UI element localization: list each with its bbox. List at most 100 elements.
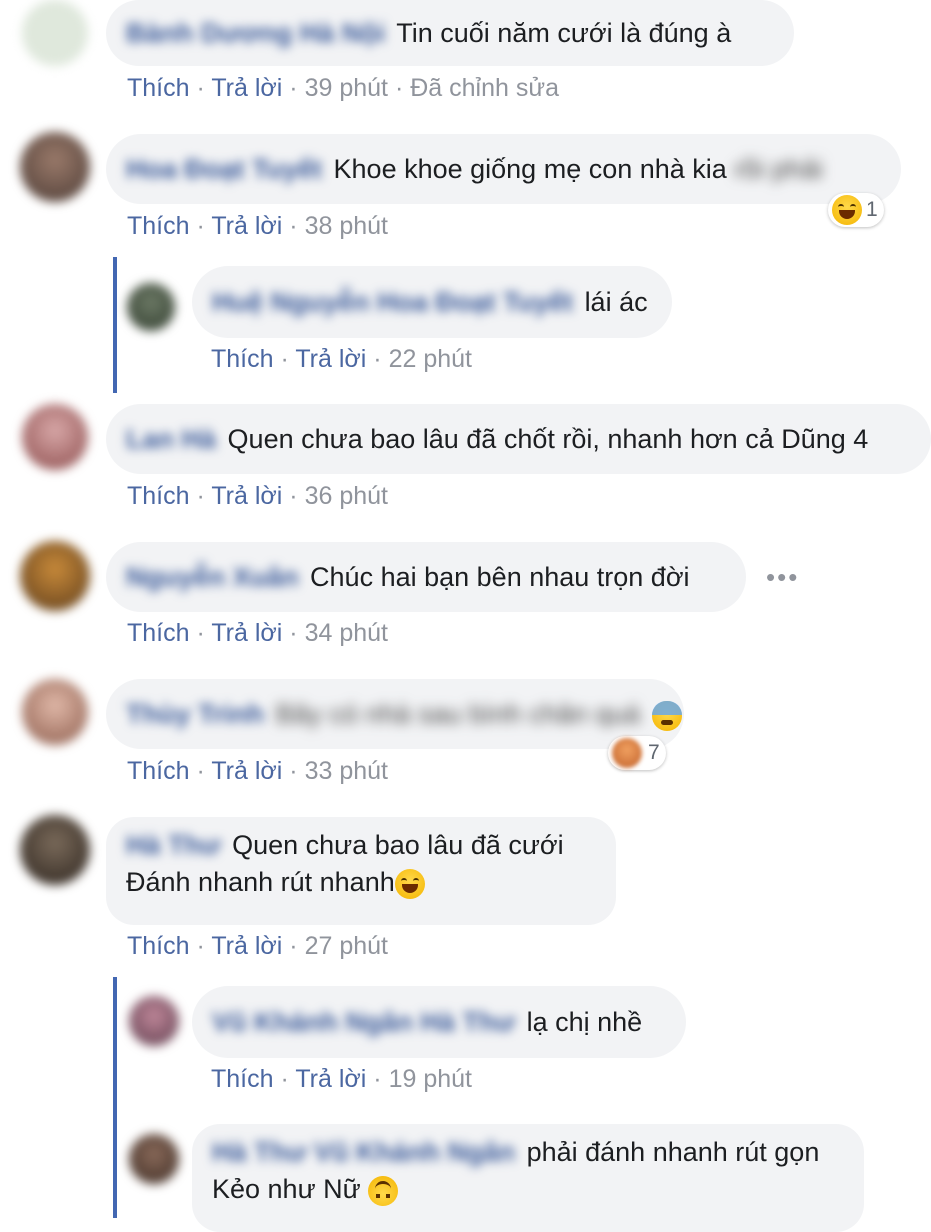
separator: · <box>196 757 205 785</box>
avatar[interactable] <box>129 1134 179 1184</box>
separator: · <box>289 932 298 960</box>
timestamp[interactable]: 19 phút <box>389 1065 472 1093</box>
comment-text: Chúc hai bạn bên nhau trọn đời <box>310 562 690 592</box>
comment-text: Tin cuối năm cưới là đúng à <box>396 18 732 48</box>
comment-meta: Thích · Trả lời · 33 phút <box>127 757 388 786</box>
commenter-name[interactable]: Thùy Trinh <box>126 699 264 729</box>
commenter-name[interactable]: Vũ Khánh Ngân Hà Thư <box>212 1007 515 1037</box>
like-link[interactable]: Thích <box>127 619 190 647</box>
avatar[interactable] <box>127 283 175 331</box>
like-link[interactable]: Thích <box>127 212 190 240</box>
sweat-emoji-icon <box>651 700 682 731</box>
upside-down-face-icon <box>368 1175 399 1206</box>
timestamp[interactable]: 22 phút <box>389 345 472 373</box>
edited-label[interactable]: Đã chỉnh sửa <box>410 74 559 102</box>
comment-text: lái ác <box>584 287 648 317</box>
avatar[interactable] <box>20 541 90 611</box>
comment-text-blurred: Bây có nhà sau bình chân quá <box>275 699 641 729</box>
commenter-name[interactable]: Lan Hà <box>126 424 216 454</box>
comment-bubble: Lan Hà Quen chưa bao lâu đã chốt rồi, nh… <box>106 404 931 474</box>
reply-link[interactable]: Trả lời <box>211 757 282 785</box>
reaction-emoji-icon <box>612 738 642 768</box>
separator: · <box>289 482 298 510</box>
like-link[interactable]: Thích <box>127 482 190 510</box>
reply-link[interactable]: Trả lời <box>211 212 282 240</box>
separator: · <box>289 757 298 785</box>
comment-meta: Thích · Trả lời · 38 phút <box>127 212 388 241</box>
reply-bubble: Hà Thư Vũ Khánh Ngân phải đánh nhanh rút… <box>192 1124 864 1232</box>
comment-bubble: Nguyễn Xuân Chúc hai bạn bên nhau trọn đ… <box>106 542 746 612</box>
more-options-icon[interactable]: ••• <box>766 562 799 593</box>
separator: · <box>289 619 298 647</box>
commenter-name[interactable]: Hoa Đoạt Tuyết <box>126 154 322 184</box>
separator: · <box>280 1065 289 1093</box>
separator: · <box>373 345 382 373</box>
reply-link[interactable]: Trả lời <box>211 74 282 102</box>
timestamp[interactable]: 34 phút <box>305 619 388 647</box>
avatar[interactable] <box>20 815 90 885</box>
laughing-emoji-icon <box>832 195 862 225</box>
comment-text: Quen chưa bao lâu đã chốt rồi, nhanh hơn… <box>227 424 869 454</box>
reply-link[interactable]: Trả lời <box>211 482 282 510</box>
comment-meta: Thích · Trả lời · 27 phút <box>127 932 388 961</box>
reply-link[interactable]: Trả lời <box>211 932 282 960</box>
timestamp[interactable]: 36 phút <box>305 482 388 510</box>
avatar[interactable] <box>20 132 90 202</box>
comment-text: Quen chưa bao lâu đã cưới <box>232 830 564 860</box>
comment-meta: Thích · Trả lời · 36 phút <box>127 482 388 511</box>
timestamp[interactable]: 38 phút <box>305 212 388 240</box>
separator: · <box>373 1065 382 1093</box>
comment-text-blurred: rồi phải <box>734 154 823 184</box>
comment-bubble: Thùy Trinh Bây có nhà sau bình chân quá <box>106 679 684 749</box>
reply-link[interactable]: Trả lời <box>295 345 366 373</box>
tears-of-joy-emoji-icon <box>394 868 425 899</box>
reaction-summary[interactable]: 1 <box>828 193 884 227</box>
commenter-name[interactable]: Huệ Nguyễn Hoa Đoạt Tuyết <box>212 287 573 317</box>
timestamp[interactable]: 33 phút <box>305 757 388 785</box>
like-link[interactable]: Thích <box>127 74 190 102</box>
reply-link[interactable]: Trả lời <box>211 619 282 647</box>
commenter-name[interactable]: Hà Thư Vũ Khánh Ngân <box>212 1137 515 1167</box>
comment-text: phải đánh nhanh rút gọn <box>526 1137 820 1167</box>
separator: · <box>196 932 205 960</box>
separator: · <box>289 74 298 102</box>
reaction-count: 1 <box>866 198 878 221</box>
commenter-name[interactable]: Hà Thư <box>126 830 221 860</box>
comment-bubble: Hoa Đoạt Tuyết Khoe khoe giống mẹ con nh… <box>106 134 901 204</box>
reaction-count: 7 <box>648 741 660 764</box>
separator: · <box>196 74 205 102</box>
avatar[interactable] <box>22 0 88 66</box>
avatar[interactable] <box>22 404 88 470</box>
comment-text: Khoe khoe giống mẹ con nhà kia <box>333 154 727 184</box>
timestamp[interactable]: 27 phút <box>305 932 388 960</box>
reply-thread-line <box>113 977 117 1218</box>
separator: · <box>196 619 205 647</box>
like-link[interactable]: Thích <box>127 932 190 960</box>
avatar[interactable] <box>129 996 179 1046</box>
reply-link[interactable]: Trả lời <box>295 1065 366 1093</box>
like-link[interactable]: Thích <box>127 757 190 785</box>
separator: · <box>289 212 298 240</box>
comment-meta: Thích · Trả lời · 22 phút <box>211 345 472 374</box>
comment-bubble: Bành Dương Hà Nội Tin cuối năm cưới là đ… <box>106 0 794 66</box>
comment-meta: Thích · Trả lời · 39 phút · Đã chỉnh sửa <box>127 74 559 103</box>
avatar[interactable] <box>22 679 88 745</box>
comment-text: lạ chị nhề <box>526 1007 643 1037</box>
timestamp[interactable]: 39 phút <box>305 74 388 102</box>
comment-text: Đánh nhanh rút nhanh <box>126 867 395 897</box>
separator: · <box>196 482 205 510</box>
reply-bubble: Vũ Khánh Ngân Hà Thư lạ chị nhề <box>192 986 686 1058</box>
commenter-name[interactable]: Nguyễn Xuân <box>126 562 299 592</box>
comment-bubble: Hà Thư Quen chưa bao lâu đã cưới Đánh nh… <box>106 817 616 925</box>
like-link[interactable]: Thích <box>211 1065 274 1093</box>
separator: · <box>196 212 205 240</box>
commenter-name[interactable]: Bành Dương Hà Nội <box>126 18 385 48</box>
reaction-summary[interactable]: 7 <box>608 736 666 770</box>
like-link[interactable]: Thích <box>211 345 274 373</box>
separator: · <box>394 74 404 102</box>
comment-meta: Thích · Trả lời · 19 phút <box>211 1065 472 1094</box>
comment-meta: Thích · Trả lời · 34 phút <box>127 619 388 648</box>
reply-thread-line <box>113 257 117 393</box>
comment-text: Kẻo như Nữ <box>212 1174 361 1204</box>
separator: · <box>280 345 289 373</box>
